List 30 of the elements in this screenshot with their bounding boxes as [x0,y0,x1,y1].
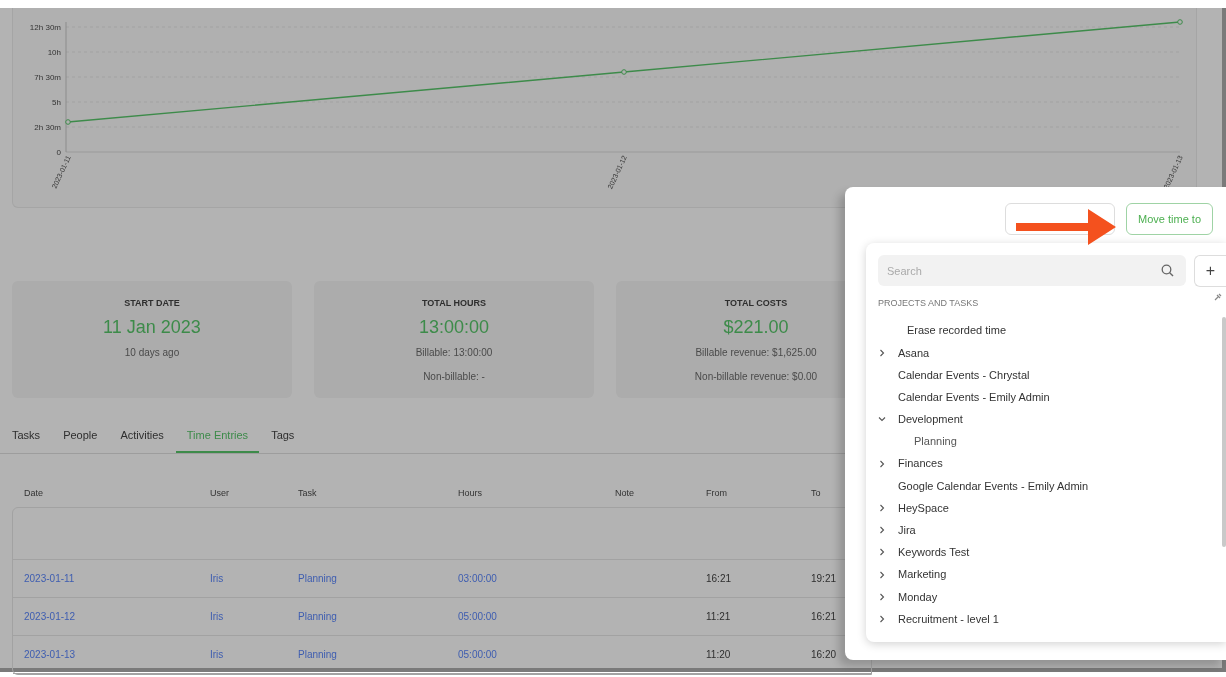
stat-value: 11 Jan 2023 [102,315,202,339]
column-header: Date [24,487,43,498]
section-title: PROJECTS AND TASKS [878,297,979,310]
axis-label: 0 [56,148,61,157]
stat-value: $221.00 [722,315,790,339]
axis-label: 2h 30m [34,123,61,132]
table-cell: 11:21 [706,610,731,622]
stat-value: 13:00:00 [417,315,491,339]
stat-detail: Non-billable revenue: $0.00 [694,369,818,384]
column-header: From [706,487,727,498]
stat-detail: 10 days ago [124,345,180,360]
stat-detail: Non-billable: - [423,369,485,384]
column-header: Hours [458,487,482,498]
stat-detail: Billable: 13:00:00 [415,345,493,360]
table-cell: 16:21 [811,610,837,622]
table-cell: 16:20 [811,648,837,660]
axis-label: 10h [47,48,61,57]
table-cell: 19:21 [811,572,837,584]
axis-label: 5h [52,98,61,107]
column-header: To [811,487,821,498]
axis-label: 12h 30m [29,23,61,32]
column-header: Task [298,487,317,498]
stat-detail: Billable revenue: $1,625.00 [695,345,817,360]
table-cell: 11:20 [706,648,731,660]
column-header: User [210,487,229,498]
column-header: Note [615,487,634,498]
stat-label: START DATE [123,297,181,310]
axis-label: 7h 30m [34,73,61,82]
stat-label: TOTAL HOURS [421,297,487,310]
table-cell: 16:21 [706,572,732,584]
